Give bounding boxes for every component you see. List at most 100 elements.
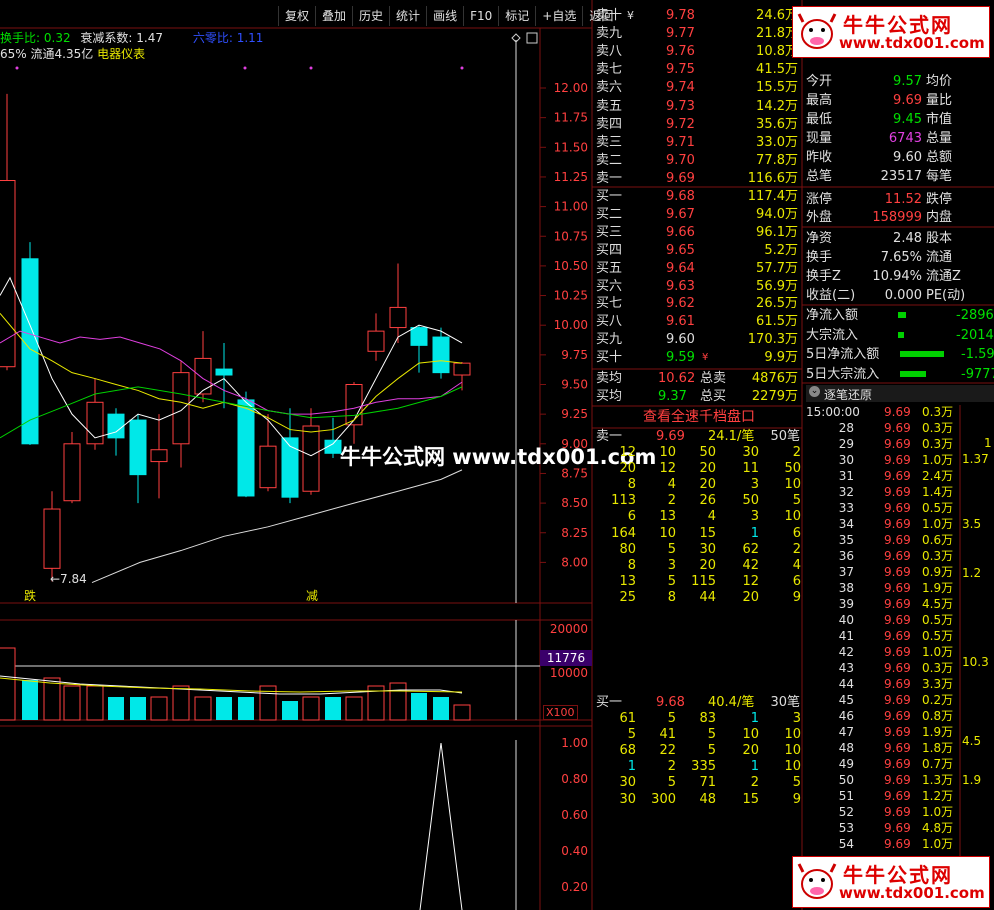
bid-row[interactable]: 买八 9.61 61.5万: [596, 313, 802, 331]
float-cap: 流通4.35亿: [30, 47, 94, 61]
total-label: 总卖: [700, 371, 727, 386]
lower-tick-label: 0.20: [561, 880, 588, 894]
candle-6: [129, 414, 147, 504]
quote-info-value: 11.52: [884, 192, 922, 207]
signal-dot: [15, 66, 19, 70]
tick-row: 41 9.69 0.5万: [806, 628, 994, 644]
toolbar-button-0[interactable]: 复权: [278, 6, 315, 26]
ask-price: 9.78: [666, 8, 695, 23]
buy-queue-cell: 300: [651, 791, 676, 807]
tick-price: 9.69: [884, 789, 911, 803]
quote-info-value: 9.57: [893, 74, 922, 89]
tick-time: 29: [838, 437, 854, 451]
ask-label: 卖四: [596, 116, 623, 132]
bid-volume: 96.1万: [756, 224, 798, 240]
quote-info-label-2: 市值: [926, 112, 953, 127]
bid-volume: 26.5万: [756, 296, 798, 312]
toolbar-button-1[interactable]: 叠加: [315, 6, 352, 26]
site-logo-bottom: 牛牛公式网 www.tdx001.com: [792, 856, 990, 908]
sell-queue-cell: 2: [792, 445, 801, 460]
sector-label[interactable]: 电器仪表: [97, 47, 145, 61]
ask-row[interactable]: 卖八 9.76 10.8万: [596, 43, 802, 61]
candle-3: [63, 431, 81, 504]
tick-time: 36: [838, 549, 854, 563]
ask-row[interactable]: 卖五 9.73 14.2万: [596, 98, 802, 116]
bid-row[interactable]: 买十 9.59 ¥9.9万: [596, 349, 802, 367]
indicator-value-1: 0.32: [43, 31, 71, 45]
bid-row[interactable]: 买五 9.64 57.7万: [596, 260, 802, 278]
window-toggle-icon[interactable]: [526, 32, 538, 44]
quote-info-row: 总笔 23517 每笔: [806, 167, 994, 186]
quote-info-value: 6743: [888, 131, 922, 146]
candle-14: [302, 408, 320, 495]
ask-label: 卖五: [596, 98, 623, 114]
toolbar-button-3[interactable]: 统计: [389, 6, 426, 26]
bid-label: 买七: [596, 296, 623, 312]
tick-price: 9.69: [884, 805, 911, 819]
bid-row[interactable]: 买七 9.62 26.5万: [596, 295, 802, 313]
buy-queue-cell: 41: [659, 727, 676, 743]
bid-row[interactable]: 买四 9.65 5.2万: [596, 242, 802, 260]
price-tick-label: 9.75: [561, 348, 588, 362]
toolbar-button-7[interactable]: +自选: [535, 6, 582, 26]
bid-row[interactable]: 买六 9.63 56.9万: [596, 278, 802, 296]
quote-info-label-2: 每笔: [926, 169, 953, 184]
ask-row[interactable]: 卖九 9.77 21.8万: [596, 25, 802, 43]
ask-row[interactable]: 卖三 9.71 33.0万: [596, 134, 802, 152]
bid-row[interactable]: 买三 9.66 96.1万: [596, 224, 802, 242]
tick-price: 9.69: [884, 453, 911, 467]
candle-8: [172, 360, 190, 468]
volume-bar-21: [453, 704, 471, 721]
toolbar-button-5[interactable]: F10: [463, 6, 498, 26]
candle-20: [432, 327, 450, 379]
toolbar-button-2[interactable]: 历史: [352, 6, 389, 26]
tick-time: 38: [838, 581, 854, 595]
toolbar-button-4[interactable]: 画线: [426, 6, 463, 26]
bid-label: 买十: [596, 350, 623, 366]
tick-row: 39 9.69 4.5万: [806, 596, 994, 612]
toolbar-button-6[interactable]: 标记: [498, 6, 535, 26]
bid-price: 9.61: [666, 314, 695, 330]
tick-price: 9.69: [884, 709, 911, 723]
fund-flow-value: -9777: [961, 366, 994, 382]
volume-bar-4: [86, 685, 104, 721]
ask-row[interactable]: 卖七 9.75 41.5万: [596, 61, 802, 79]
ask-volume: 14.2万: [756, 98, 798, 114]
bid-row[interactable]: 买一 9.68 117.4万: [596, 188, 802, 206]
tick-time: 50: [838, 773, 854, 787]
indicator-spike-line: [419, 742, 463, 910]
ask-label: 卖二: [596, 152, 623, 168]
ask-row[interactable]: 卖十 ¥9.78 24.6万: [596, 7, 802, 25]
quote-info-value: 9.69: [893, 93, 922, 108]
sell-queue-cell: 5: [667, 541, 676, 557]
fund-flow-row: 净流入额 -2896: [806, 306, 994, 325]
tick-volume: 1.3万: [922, 773, 954, 787]
bid-price: 9.64: [666, 260, 695, 276]
full-depth-button[interactable]: 查看全速千档盘口: [596, 406, 802, 428]
avg-label: 卖均: [596, 371, 623, 386]
bid-row[interactable]: 买二 9.67 94.0万: [596, 206, 802, 224]
buy-queue-cell: 5: [627, 727, 636, 743]
chart-toolbar: 复权 叠加 历史 统计 画线 F10 标记 +自选 返回: [278, 6, 619, 28]
quote-info-label-2: PE(动): [926, 288, 966, 303]
tick-time: 32: [838, 485, 854, 499]
quote-info-label: 净资: [806, 231, 833, 246]
volume-bar-20: [433, 697, 449, 720]
tick-time: 48: [838, 741, 854, 755]
bid-label: 买六: [596, 278, 623, 294]
chevron-down-icon[interactable]: ⌄: [809, 386, 820, 397]
ask-row[interactable]: 卖六 9.74 15.5万: [596, 79, 802, 97]
tick-time: 39: [838, 597, 854, 611]
bid-price: 9.60: [666, 332, 695, 348]
buy-queue-cell: 2: [750, 775, 759, 791]
buy-queue-cell: 5: [707, 743, 716, 759]
ask-row[interactable]: 卖一 9.69 116.6万: [596, 170, 802, 188]
tick-row: 49 9.69 0.7万: [806, 756, 994, 772]
bid-row[interactable]: 买九 9.60 170.3万: [596, 331, 802, 349]
ticks-header[interactable]: ⌄ 逐笔还原: [806, 385, 994, 402]
volume-tick-label: 10000: [550, 666, 588, 680]
ask-row[interactable]: 卖四 9.72 35.6万: [596, 116, 802, 134]
ask-row[interactable]: 卖二 9.70 77.8万: [596, 152, 802, 170]
tick-time: 53: [838, 821, 854, 835]
tick-volume: 0.3万: [922, 405, 954, 419]
